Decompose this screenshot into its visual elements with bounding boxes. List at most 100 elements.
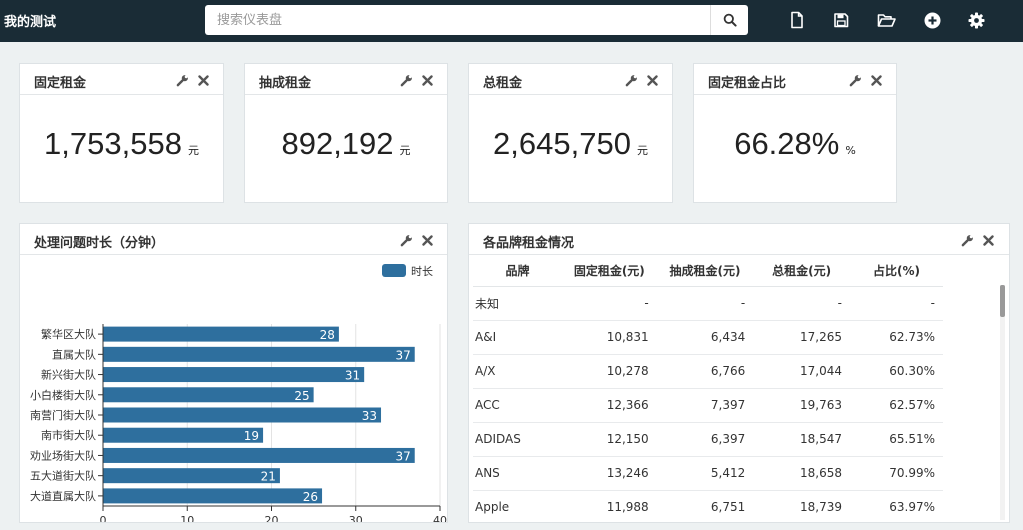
wrench-icon[interactable] bbox=[399, 233, 413, 247]
kpi-value: 2,645,750 元 bbox=[469, 126, 672, 162]
bar bbox=[103, 427, 264, 443]
bar-data-label: 26 bbox=[303, 490, 318, 504]
category-label: 南营门街大队 bbox=[30, 408, 96, 422]
brand-rent-table-panel: 各品牌租金情况 品牌 固定租金(元) 抽成租金(元) 总租金(元) 占比(%) … bbox=[468, 223, 1010, 523]
ratio-cell: 70.99% bbox=[850, 456, 943, 491]
fixed-rent-cell: 10,831 bbox=[561, 320, 657, 355]
new-dashboard-button[interactable] bbox=[787, 10, 807, 30]
close-icon[interactable] bbox=[420, 73, 434, 87]
category-label: 繁华区大队 bbox=[41, 327, 96, 341]
category-label: 新兴街大队 bbox=[41, 368, 96, 382]
brand-cell: ACC bbox=[473, 388, 562, 423]
commission-rent-cell: 6,434 bbox=[656, 320, 754, 355]
kpi-panel-fixed-rent-ratio: 固定租金占比 66.28%% bbox=[693, 63, 897, 203]
panel-header: 固定租金占比 bbox=[694, 64, 896, 95]
panel-title: 固定租金 bbox=[34, 76, 87, 91]
table-row[interactable]: Apple 11,988 6,751 18,739 63.97% bbox=[473, 490, 943, 522]
fixed-rent-cell: 12,150 bbox=[561, 422, 657, 457]
scrollbar-thumb[interactable] bbox=[1000, 285, 1005, 317]
kpi-unit: 元 bbox=[187, 144, 199, 157]
category-label: 五大道街大队 bbox=[30, 469, 96, 483]
category-label: 大道直属大队 bbox=[30, 489, 96, 503]
kpi-number: 892,192 bbox=[281, 126, 394, 161]
kpi-unit: 元 bbox=[636, 144, 648, 157]
column-header[interactable]: 固定租金(元) bbox=[561, 255, 657, 287]
bar-data-label: 31 bbox=[345, 369, 360, 383]
kpi-panel-commission-rent: 抽成租金 892,192 元 bbox=[244, 63, 448, 203]
fixed-rent-cell: - bbox=[561, 286, 657, 321]
bar bbox=[103, 468, 280, 484]
brand-cell: Apple bbox=[473, 490, 562, 522]
ratio-cell: 63.97% bbox=[850, 490, 943, 522]
table-row[interactable]: ACC 12,366 7,397 19,763 62.57% bbox=[473, 388, 943, 423]
save-dashboard-button[interactable] bbox=[831, 10, 851, 30]
category-label: 南市街大队 bbox=[41, 428, 96, 442]
commission-rent-cell: - bbox=[656, 286, 754, 321]
kpi-number: 66.28% bbox=[734, 126, 840, 161]
fixed-rent-cell: 12,366 bbox=[561, 388, 657, 423]
table-scrollbar[interactable] bbox=[1000, 285, 1005, 520]
table-row[interactable]: A&I 10,831 6,434 17,265 62.73% bbox=[473, 320, 943, 355]
kpi-unit: 元 bbox=[399, 144, 411, 157]
kpi-number: 1,753,558 bbox=[44, 126, 182, 161]
kpi-unit: % bbox=[845, 144, 856, 157]
table-header-row: 品牌 固定租金(元) 抽成租金(元) 总租金(元) 占比(%) bbox=[473, 255, 943, 287]
table-row[interactable]: 未知 - - - - bbox=[473, 286, 943, 321]
commission-rent-cell: 7,397 bbox=[656, 388, 754, 423]
table-row[interactable]: A/X 10,278 6,766 17,044 60.30% bbox=[473, 354, 943, 389]
close-icon[interactable] bbox=[981, 233, 995, 247]
bar bbox=[103, 367, 365, 383]
wrench-icon[interactable] bbox=[848, 73, 862, 87]
add-circle-icon bbox=[924, 12, 940, 28]
close-icon[interactable] bbox=[869, 73, 883, 87]
column-header[interactable]: 抽成租金(元) bbox=[656, 255, 754, 287]
legend-swatch bbox=[382, 264, 406, 277]
legend-label: 时长 bbox=[411, 265, 433, 278]
commission-rent-cell: 6,397 bbox=[656, 422, 754, 457]
bar bbox=[103, 447, 415, 463]
wrench-icon[interactable] bbox=[624, 73, 638, 87]
table-row[interactable]: ANS 13,246 5,412 18,658 70.99% bbox=[473, 456, 943, 491]
close-icon[interactable] bbox=[645, 73, 659, 87]
column-header[interactable]: 总租金(元) bbox=[753, 255, 850, 287]
column-header[interactable]: 品牌 bbox=[473, 255, 562, 287]
wrench-icon[interactable] bbox=[399, 73, 413, 87]
search-input[interactable] bbox=[205, 5, 709, 35]
panel-header: 总租金 bbox=[469, 64, 672, 95]
wrench-icon[interactable] bbox=[960, 233, 974, 247]
fixed-rent-cell: 13,246 bbox=[561, 456, 657, 491]
total-rent-cell: 18,547 bbox=[753, 422, 850, 457]
kpi-value: 66.28%% bbox=[694, 126, 896, 162]
wrench-icon[interactable] bbox=[175, 73, 189, 87]
open-folder-icon bbox=[877, 13, 896, 27]
brand-cell: A&I bbox=[473, 320, 562, 355]
column-header[interactable]: 占比(%) bbox=[850, 255, 943, 287]
commission-rent-cell: 6,751 bbox=[656, 490, 754, 522]
bar bbox=[103, 346, 415, 362]
close-icon[interactable] bbox=[196, 73, 210, 87]
bar-chart: 0 10 20 30 40 时长 28 繁华区大队 37 直属大队 31 新兴街大队 25 小白楼街大队 3… bbox=[30, 264, 447, 522]
bar bbox=[103, 488, 323, 504]
brand-rent-table: 品牌 固定租金(元) 抽成租金(元) 总租金(元) 占比(%) 未知 - - -… bbox=[473, 255, 943, 522]
kpi-panel-total-rent: 总租金 2,645,750 元 bbox=[468, 63, 673, 203]
save-icon bbox=[834, 13, 849, 28]
table-scroll-area[interactable]: 品牌 固定租金(元) 抽成租金(元) 总租金(元) 占比(%) 未知 - - -… bbox=[473, 255, 943, 522]
search-button[interactable] bbox=[710, 5, 748, 35]
category-label: 小白楼街大队 bbox=[30, 388, 96, 402]
settings-button[interactable] bbox=[966, 10, 986, 30]
bar bbox=[103, 407, 382, 423]
new-file-icon bbox=[791, 11, 803, 29]
kpi-number: 2,645,750 bbox=[493, 126, 631, 161]
category-label: 劝业场街大队 bbox=[30, 448, 96, 462]
panel-header: 各品牌租金情况 bbox=[469, 224, 1009, 255]
open-dashboard-button[interactable] bbox=[876, 10, 896, 30]
panel-title: 处理问题时长（分钟） bbox=[34, 236, 165, 251]
close-icon[interactable] bbox=[420, 233, 434, 247]
table-row[interactable]: ADIDAS 12,150 6,397 18,547 65.51% bbox=[473, 422, 943, 457]
bar-chart-panel: 处理问题时长（分钟） 0 10 20 30 40 时长 28 繁华区大队 37 直属大队 31 新兴街… bbox=[19, 223, 448, 523]
fixed-rent-cell: 10,278 bbox=[561, 354, 657, 389]
category-label: 直属大队 bbox=[52, 347, 96, 361]
x-tick-label: 40 bbox=[433, 514, 447, 522]
add-button[interactable] bbox=[922, 10, 942, 30]
bar-data-label: 25 bbox=[294, 389, 309, 403]
